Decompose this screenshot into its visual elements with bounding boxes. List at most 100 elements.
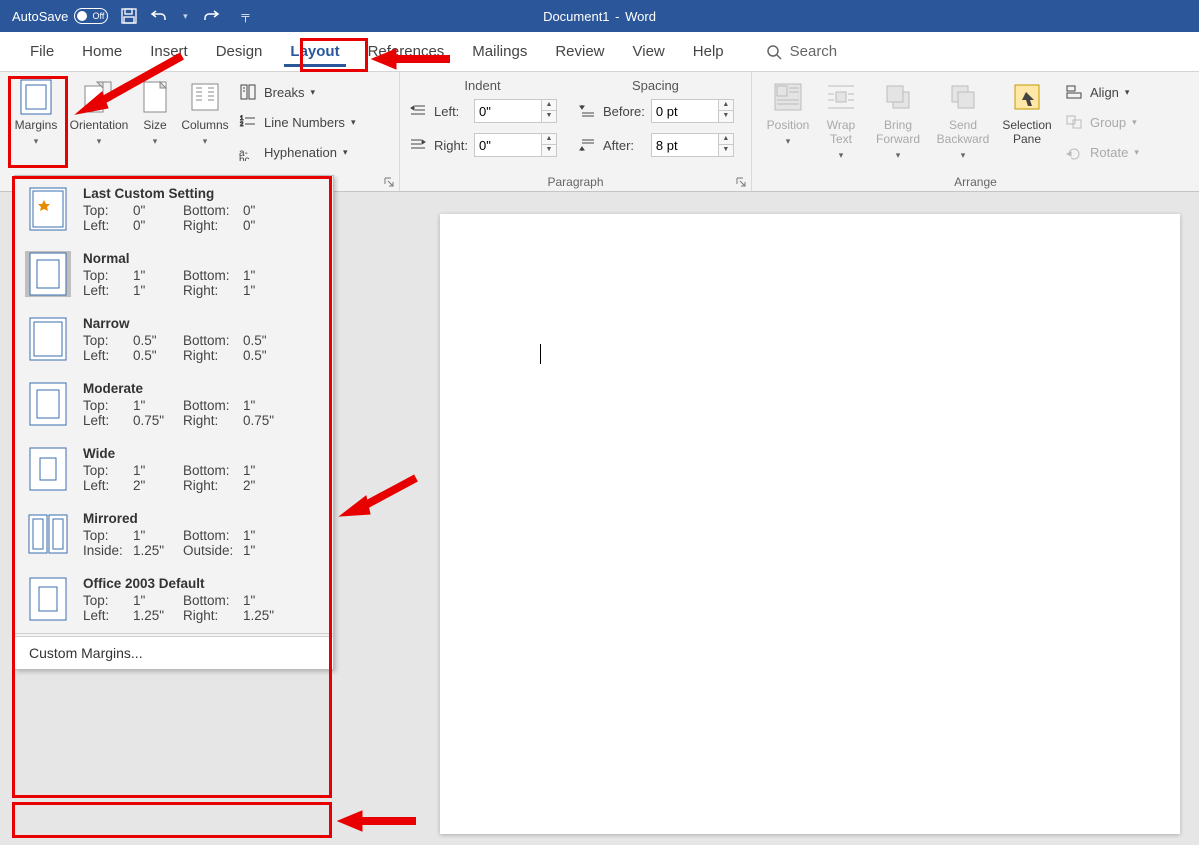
breaks-button[interactable]: Breaks ▾ (238, 78, 355, 106)
chevron-down-icon: ▾ (839, 150, 844, 161)
orientation-button[interactable]: Orientation ▾ (64, 76, 134, 170)
undo-icon[interactable] (150, 7, 168, 25)
group-objects-button[interactable]: Group ▾ (1064, 108, 1139, 136)
selection-pane-icon (1010, 80, 1044, 114)
send-backward-icon (946, 80, 980, 114)
chevron-down-icon: ▾ (1132, 117, 1137, 128)
indent-left-label: Left: (408, 97, 468, 125)
page[interactable] (440, 214, 1180, 834)
redo-icon[interactable] (202, 7, 220, 25)
save-icon[interactable] (120, 7, 138, 25)
spacing-after-input[interactable]: ▲▼ (651, 133, 734, 157)
spin-up-icon[interactable]: ▲ (719, 100, 733, 111)
indent-right-field[interactable] (474, 133, 542, 157)
rotate-button[interactable]: Rotate ▾ (1064, 138, 1139, 166)
spin-down-icon[interactable]: ▼ (542, 111, 556, 122)
page-margin-icon (25, 186, 71, 232)
tab-file[interactable]: File (16, 32, 68, 71)
svg-text:2: 2 (240, 122, 244, 128)
spacing-before-label: Before: (577, 97, 645, 125)
bring-forward-button[interactable]: Bring Forward▾ (866, 76, 930, 170)
margins-option-normal[interactable]: NormalTop:1"Bottom:1"Left:1"Right:1" (15, 241, 333, 306)
margin-option-title: Narrow (83, 316, 323, 331)
wrap-text-icon (824, 80, 858, 114)
indent-heading: Indent (408, 78, 557, 93)
align-button[interactable]: Align ▾ (1064, 78, 1139, 106)
margins-option-last-custom-setting[interactable]: Last Custom SettingTop:0"Bottom:0"Left:0… (15, 176, 333, 241)
columns-icon (188, 80, 222, 114)
margins-option-narrow[interactable]: NarrowTop:0.5"Bottom:0.5"Left:0.5"Right:… (15, 306, 333, 371)
page-margin-icon (25, 251, 71, 297)
ribbon: Margins ▾ Orientation ▾ Size ▾ (0, 72, 1199, 192)
page-margin-icon (25, 316, 71, 362)
indent-right-icon (408, 135, 428, 155)
wrap-text-button[interactable]: Wrap Text▾ (816, 76, 866, 170)
indent-right-input[interactable]: ▲▼ (474, 133, 557, 157)
chevron-down-icon: ▾ (153, 136, 158, 147)
tab-mailings[interactable]: Mailings (458, 32, 541, 71)
spin-down-icon[interactable]: ▼ (719, 111, 733, 122)
margins-option-office-2003-default[interactable]: Office 2003 DefaultTop:1"Bottom:1"Left:1… (15, 566, 333, 631)
tab-help[interactable]: Help (679, 32, 738, 71)
spacing-after-field[interactable] (651, 133, 719, 157)
indent-right-label: Right: (408, 131, 468, 159)
chevron-down-icon: ▾ (786, 136, 791, 147)
chevron-down-icon: ▾ (1125, 87, 1130, 98)
orientation-icon (82, 80, 116, 114)
line-numbers-icon: 12 (238, 112, 258, 132)
spacing-before-input[interactable]: ▲▼ (651, 99, 734, 123)
margin-option-title: Mirrored (83, 511, 323, 526)
spin-up-icon[interactable]: ▲ (542, 134, 556, 145)
spacing-before-field[interactable] (651, 99, 719, 123)
selection-pane-button[interactable]: Selection Pane (996, 76, 1058, 170)
dialog-launcher-icon[interactable] (735, 175, 747, 187)
position-button[interactable]: Position▾ (760, 76, 816, 170)
dialog-launcher-icon[interactable] (383, 175, 395, 187)
search-box[interactable]: Search (738, 32, 838, 71)
svg-text:bc: bc (239, 155, 250, 161)
spin-up-icon[interactable]: ▲ (719, 134, 733, 145)
tab-references[interactable]: References (354, 32, 459, 71)
group-arrange: Position▾ Wrap Text▾ Bring Forward▾ Send… (752, 72, 1199, 191)
chevron-down-icon: ▾ (34, 136, 39, 147)
line-numbers-button[interactable]: 12 Line Numbers ▾ (238, 108, 355, 136)
qat-customize-icon[interactable]: ╤ (236, 7, 254, 25)
tab-design[interactable]: Design (202, 32, 277, 71)
spin-down-icon[interactable]: ▼ (542, 145, 556, 156)
indent-left-input[interactable]: ▲▼ (474, 99, 557, 123)
margins-option-wide[interactable]: WideTop:1"Bottom:1"Left:2"Right:2" (15, 436, 333, 501)
group-label: Arrange (752, 175, 1199, 189)
tab-layout[interactable]: Layout (276, 32, 353, 71)
spacing-after-icon (577, 135, 597, 155)
undo-chevron-icon[interactable]: ▾ (180, 7, 190, 25)
toggle-switch-icon[interactable]: Off (74, 8, 108, 24)
document-canvas[interactable] (340, 194, 1199, 845)
size-button[interactable]: Size ▾ (134, 76, 176, 170)
spacing-after-label: After: (577, 131, 645, 159)
columns-button[interactable]: Columns ▾ (176, 76, 234, 170)
custom-margins-button[interactable]: Custom Margins... (15, 636, 333, 669)
group-icon (1064, 112, 1084, 132)
chevron-down-icon: ▾ (97, 136, 102, 147)
autosave-toggle[interactable]: AutoSave Off (12, 8, 108, 24)
spacing-heading: Spacing (577, 78, 734, 93)
tab-view[interactable]: View (619, 32, 679, 71)
margins-option-mirrored[interactable]: MirroredTop:1"Bottom:1"Inside:1.25"Outsi… (15, 501, 333, 566)
margins-button[interactable]: Margins ▾ (8, 76, 64, 170)
tab-review[interactable]: Review (541, 32, 618, 71)
send-backward-button[interactable]: Send Backward▾ (930, 76, 996, 170)
tab-insert[interactable]: Insert (136, 32, 202, 71)
tab-home[interactable]: Home (68, 32, 136, 71)
hyphenation-button[interactable]: a-bc Hyphenation ▾ (238, 138, 355, 166)
margin-option-title: Moderate (83, 381, 323, 396)
spin-down-icon[interactable]: ▼ (719, 145, 733, 156)
margin-option-title: Wide (83, 446, 323, 461)
chevron-down-icon: ▾ (203, 136, 208, 147)
margin-option-title: Office 2003 Default (83, 576, 323, 591)
margins-option-moderate[interactable]: ModerateTop:1"Bottom:1"Left:0.75"Right:0… (15, 371, 333, 436)
indent-left-field[interactable] (474, 99, 542, 123)
position-icon (771, 80, 805, 114)
spin-up-icon[interactable]: ▲ (542, 100, 556, 111)
window-title: Document1 - Word (543, 9, 656, 24)
autosave-label: AutoSave (12, 9, 68, 24)
